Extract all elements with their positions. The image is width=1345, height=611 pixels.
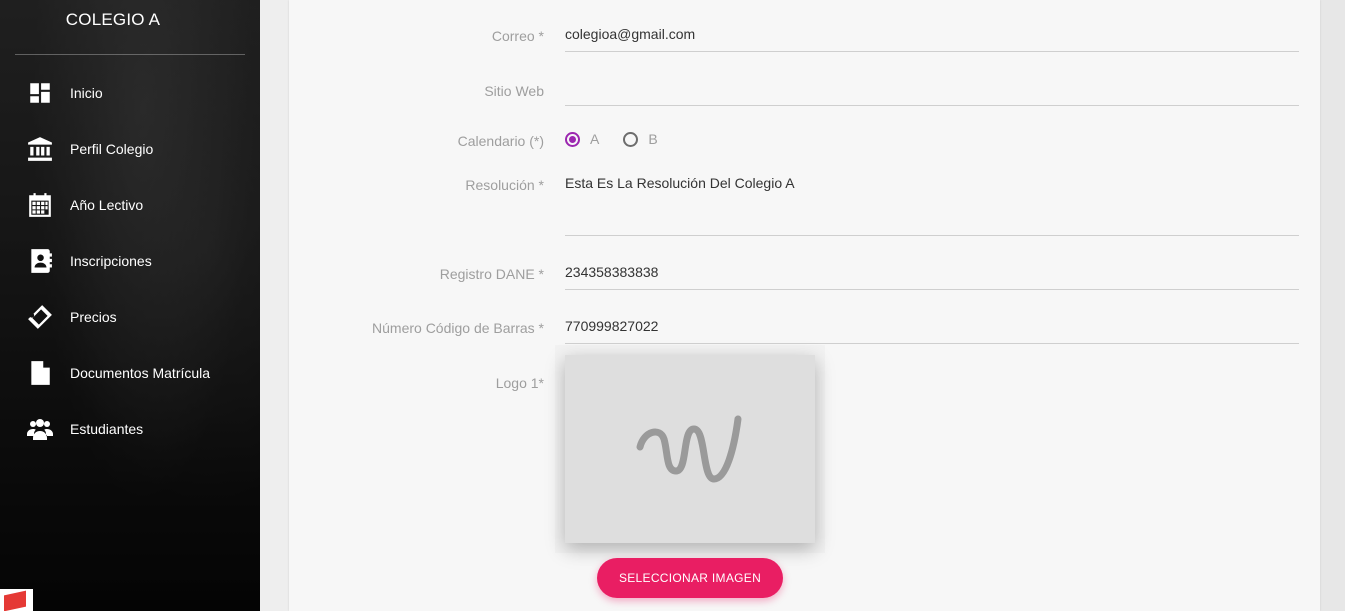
- radio-checked-icon[interactable]: [565, 131, 580, 147]
- corner-logo-badge: [0, 589, 33, 611]
- brand-title[interactable]: COLEGIO A: [0, 0, 226, 42]
- radio-unchecked-icon[interactable]: [623, 131, 639, 147]
- form-card: Correo * colegioa@gmail.com Sitio Web Ca…: [289, 0, 1320, 611]
- scrollbar-track[interactable]: [1320, 0, 1345, 611]
- correo-value: colegioa@gmail.com: [565, 26, 696, 42]
- sidebar-item-documentos-matricula[interactable]: Documentos Matrícula: [0, 345, 260, 401]
- sitio-web-field[interactable]: [565, 81, 1299, 106]
- calendario-option-b[interactable]: B: [623, 131, 658, 147]
- brand-divider: [15, 54, 245, 55]
- document-icon: [26, 359, 54, 387]
- registro-dane-value: 234358383838: [565, 264, 659, 280]
- calendario-option-a-label: A: [590, 131, 600, 147]
- correo-label: Correo *: [491, 28, 544, 44]
- contact-book-icon: [26, 247, 54, 275]
- sidebar-item-label: Perfil Colegio: [70, 141, 154, 157]
- sidebar-item-ano-lectivo[interactable]: Año Lectivo: [0, 177, 260, 233]
- correo-field[interactable]: colegioa@gmail.com: [565, 26, 1299, 52]
- calendario-option-b-label: B: [648, 131, 658, 147]
- sidebar-nav: Inicio Perfil Colegio Año Lectivo Inscri…: [0, 65, 260, 457]
- codigo-barras-field[interactable]: 770999827022: [565, 318, 1299, 344]
- sitio-web-label: Sitio Web: [484, 83, 544, 99]
- sidebar: COLEGIO A Inicio Perfil Colegio Año Lect…: [0, 0, 260, 611]
- sidebar-item-inscripciones[interactable]: Inscripciones: [0, 233, 260, 289]
- sidebar-item-inicio[interactable]: Inicio: [0, 65, 260, 121]
- registro-dane-field[interactable]: 234358383838: [565, 264, 1299, 290]
- image-placeholder-icon: [636, 415, 742, 483]
- logo-image-preview[interactable]: [565, 355, 815, 543]
- codigo-barras-label: Número Código de Barras *: [372, 320, 544, 336]
- calendar-icon: [26, 191, 54, 219]
- resolucion-textarea[interactable]: Esta Es La Resolución Del Colegio A: [565, 175, 1299, 236]
- sidebar-item-perfil-colegio[interactable]: Perfil Colegio: [0, 121, 260, 177]
- calendario-option-a[interactable]: A: [565, 131, 599, 147]
- dashboard-icon: [26, 79, 54, 107]
- ticket-icon: [26, 303, 54, 331]
- calendario-label: Calendario (*): [457, 133, 544, 149]
- sidebar-item-label: Documentos Matrícula: [70, 365, 211, 381]
- resolucion-value: Esta Es La Resolución Del Colegio A: [565, 175, 795, 191]
- select-image-button[interactable]: SELECCIONAR IMAGEN: [597, 558, 783, 598]
- sidebar-item-precios[interactable]: Precios: [0, 289, 260, 345]
- sidebar-item-label: Año Lectivo: [70, 197, 144, 213]
- institution-icon: [26, 135, 54, 163]
- codigo-barras-value: 770999827022: [565, 318, 659, 334]
- sidebar-item-label: Precios: [70, 309, 117, 325]
- resolucion-label: Resolución *: [465, 177, 544, 193]
- registro-dane-label: Registro DANE *: [439, 266, 544, 282]
- sidebar-item-label: Inscripciones: [70, 253, 152, 269]
- logo-label: Logo 1*: [495, 375, 544, 391]
- sidebar-item-label: Estudiantes: [70, 421, 144, 437]
- group-icon: [26, 415, 54, 443]
- sidebar-item-label: Inicio: [70, 85, 103, 101]
- calendario-radio-group: A B: [565, 131, 682, 147]
- sidebar-item-estudiantes[interactable]: Estudiantes: [0, 401, 260, 457]
